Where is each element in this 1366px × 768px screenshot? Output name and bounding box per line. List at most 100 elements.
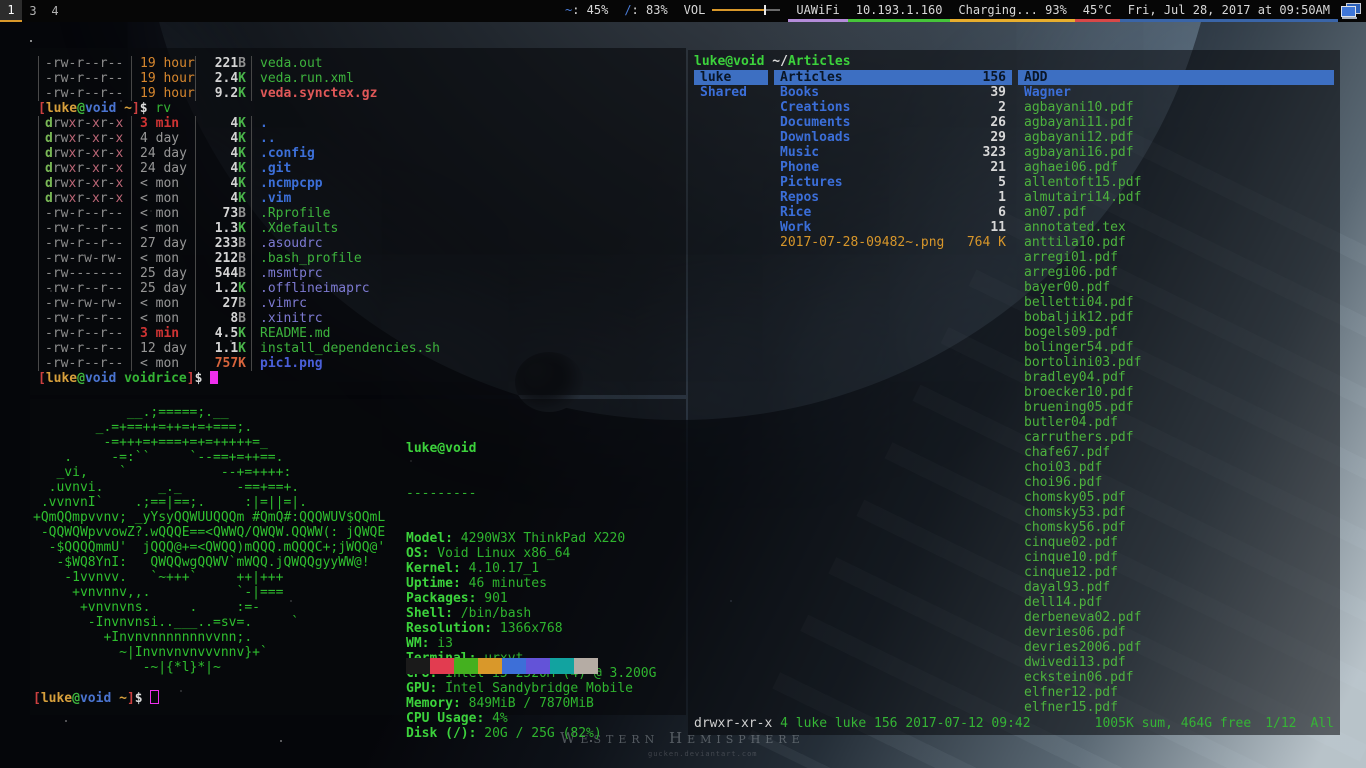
file-item[interactable]: bortolini03.pdf (1018, 355, 1334, 370)
file-item[interactable]: almutairi14.pdf (1018, 190, 1334, 205)
status-prefix: / (624, 3, 631, 17)
file-item[interactable]: choi03.pdf (1018, 460, 1334, 475)
file-permissions: -rw-r--r-- (39, 341, 131, 356)
file-item[interactable]: annotated.tex (1018, 220, 1334, 235)
file-row: -rw-r--r--< mon73B.Rprofile (39, 206, 686, 221)
directory-item[interactable]: Phone21 (774, 160, 1012, 175)
file-item[interactable]: bayer00.pdf (1018, 280, 1334, 295)
status-volume[interactable]: VOL (676, 0, 789, 22)
file-row: drwxr-xr-x24 day4K.config (39, 146, 686, 161)
file-item[interactable]: aghaei06.pdf (1018, 160, 1334, 175)
parent-dir-item[interactable]: luke (694, 70, 768, 85)
file-item-name: cinque12.pdf (1024, 565, 1118, 580)
shell-prompt[interactable]: [luke@void voidrice]$ (38, 371, 686, 386)
file-item[interactable]: bogels09.pdf (1018, 325, 1334, 340)
file-item[interactable]: carruthers.pdf (1018, 430, 1334, 445)
directory-item[interactable]: Pictures5 (774, 175, 1012, 190)
file-item[interactable]: chomsky53.pdf (1018, 505, 1334, 520)
shell-prompt[interactable]: [luke@void ~]$ (33, 690, 159, 705)
parent-dir-item[interactable]: Shared (694, 85, 768, 100)
workspace-button-1[interactable]: 1 (0, 0, 22, 22)
file-item[interactable]: agbayani10.pdf (1018, 100, 1334, 115)
shell-input-line[interactable]: [luke@void ~]$ (33, 690, 159, 705)
file-item[interactable]: agbayani12.pdf (1018, 130, 1334, 145)
file-mtime: 24 day (131, 161, 195, 176)
file-item[interactable]: elfner12.pdf (1018, 685, 1334, 700)
file-item-name: bobaljik12.pdf (1024, 310, 1134, 325)
ranger-path-prefix: ~/ (764, 54, 787, 69)
file-item[interactable]: elfner15.pdf (1018, 700, 1334, 715)
directory-item[interactable]: Rice6 (774, 205, 1012, 220)
ranger-file-manager-window[interactable]: luke@void ~/Articles lukeShared Articles… (688, 50, 1340, 735)
file-item[interactable]: cinque12.pdf (1018, 565, 1334, 580)
status-items: ~: 45%/: 83%VOLUAWiFi10.193.1.160Chargin… (557, 0, 1338, 22)
directory-item[interactable]: Downloads29 (774, 130, 1012, 145)
volume-slider[interactable] (712, 5, 780, 15)
shell-prompt[interactable]: [luke@void ~]$ rv (38, 101, 686, 116)
terminal-window-fetch[interactable]: __.;=====;.__ _.=+==++=++=+=+===;. -=+++… (30, 399, 686, 715)
directory-item[interactable]: Music323 (774, 145, 1012, 160)
file-item[interactable]: cinque10.pdf (1018, 550, 1334, 565)
file-mtime: < mon (131, 176, 195, 191)
file-item[interactable]: agbayani11.pdf (1018, 115, 1334, 130)
computer-icon[interactable] (1340, 3, 1360, 19)
file-item[interactable]: ADD (1018, 70, 1334, 85)
file-item[interactable]: broecker10.pdf (1018, 385, 1334, 400)
directory-item[interactable]: Articles156 (774, 70, 1012, 85)
file-item[interactable]: bobaljik12.pdf (1018, 310, 1334, 325)
directory-item[interactable]: Work11 (774, 220, 1012, 235)
file-item[interactable]: butler04.pdf (1018, 415, 1334, 430)
shell-input-line[interactable]: [luke@void voidrice]$ (38, 371, 686, 386)
file-item[interactable]: devries06.pdf (1018, 625, 1334, 640)
file-item[interactable]: derbeneva02.pdf (1018, 610, 1334, 625)
file-item-name: bayer00.pdf (1024, 280, 1110, 295)
file-item[interactable]: bruening05.pdf (1018, 400, 1334, 415)
directory-name: Music (780, 145, 819, 160)
file-item[interactable]: anttila10.pdf (1018, 235, 1334, 250)
file-item[interactable]: chomsky05.pdf (1018, 490, 1334, 505)
file-item[interactable]: choi96.pdf (1018, 475, 1334, 490)
fetch-field: Memory: 849MiB / 7870MiB (406, 696, 656, 711)
file-item[interactable]: eckstein06.pdf (1018, 670, 1334, 685)
i3-status-bar: 134 ~: 45%/: 83%VOLUAWiFi10.193.1.160Cha… (0, 0, 1366, 22)
file-size: 4K (195, 161, 251, 176)
file-item-name: chomsky56.pdf (1024, 520, 1126, 535)
fetch-field: Packages: 901 (406, 591, 656, 606)
file-item[interactable]: dell14.pdf (1018, 595, 1334, 610)
image-file-item[interactable]: 2017-07-28-09482~.png764 K (774, 235, 1012, 250)
file-item[interactable]: chafe67.pdf (1018, 445, 1334, 460)
file-item[interactable]: bolinger54.pdf (1018, 340, 1334, 355)
file-item[interactable]: agbayani16.pdf (1018, 145, 1334, 160)
file-item[interactable]: bradley04.pdf (1018, 370, 1334, 385)
file-item[interactable]: cinque02.pdf (1018, 535, 1334, 550)
file-item[interactable]: allentoft15.pdf (1018, 175, 1334, 190)
file-item[interactable]: dayal93.pdf (1018, 580, 1334, 595)
ranger-user-host: luke@void (694, 54, 764, 69)
file-item[interactable]: dwivedi13.pdf (1018, 655, 1334, 670)
fetch-field-value: i3 (429, 636, 452, 651)
terminal-window-file-listing[interactable]: -rw-r--r--19 hour221Bveda.out-rw-r--r--1… (30, 48, 686, 395)
file-permissions: -rw-r--r-- (39, 236, 131, 251)
file-permissions: -rw------- (39, 266, 131, 281)
directory-item[interactable]: Creations2 (774, 100, 1012, 115)
file-item-name: belletti04.pdf (1024, 295, 1134, 310)
file-size: 4K (195, 131, 251, 146)
file-permissions: drwxr-xr-x (39, 116, 131, 131)
workspace-button-3[interactable]: 3 (22, 0, 44, 22)
file-item[interactable]: Wagner (1018, 85, 1334, 100)
directory-item[interactable]: Books39 (774, 85, 1012, 100)
file-item[interactable]: an07.pdf (1018, 205, 1334, 220)
status-value: Charging... 93% (958, 3, 1066, 17)
file-item[interactable]: belletti04.pdf (1018, 295, 1334, 310)
file-mtime: 3 min (131, 116, 195, 131)
file-item-name: bogels09.pdf (1024, 325, 1118, 340)
file-item[interactable]: arregi01.pdf (1018, 250, 1334, 265)
file-item[interactable]: chomsky56.pdf (1018, 520, 1334, 535)
workspace-button-4[interactable]: 4 (44, 0, 66, 22)
directory-item[interactable]: Repos1 (774, 190, 1012, 205)
file-item[interactable]: arregi06.pdf (1018, 265, 1334, 280)
file-item[interactable]: devries2006.pdf (1018, 640, 1334, 655)
parent-dir-name: Shared (700, 85, 747, 100)
directory-item[interactable]: Documents26 (774, 115, 1012, 130)
fetch-field-value: 1366x768 (492, 621, 562, 636)
